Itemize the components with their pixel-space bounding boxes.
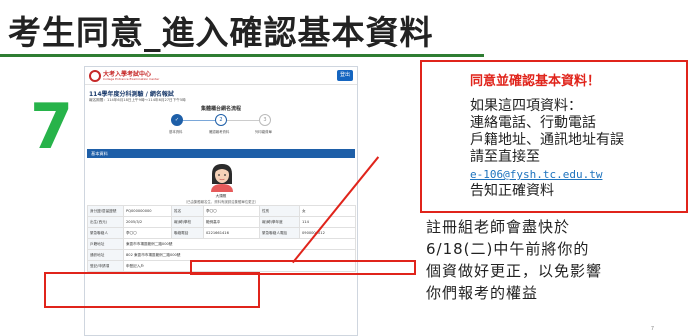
step-2-label: 確認報考資料 — [209, 130, 230, 134]
info-row: 戶籍地址 東區市市場區範例二路000號 — [87, 238, 356, 250]
info-value: 李〇〇 — [123, 227, 172, 239]
step-number: 7 — [30, 90, 74, 163]
callout-line: 戶籍地址、通訊地址有誤 — [470, 132, 624, 148]
info-label: 緊急聯絡人電話 — [259, 227, 300, 239]
info-label: 性別 — [259, 205, 300, 217]
avatar-note: （已由集體報名生，資料有誤請洽集體單位更正） — [183, 200, 259, 204]
info-value: PQ000000000 — [123, 205, 172, 217]
registrar-remark: 註冊組老師會盡快於 6/18(二)中午前將你的 個資做好更正，以免影響 你們報考… — [426, 216, 602, 304]
site-header: 大考入學考試中心 College Entrance Examination Ce… — [85, 67, 357, 85]
remark-line: 註冊組老師會盡快於 — [426, 218, 571, 236]
callout-line: 如果這四項資料： — [470, 98, 582, 114]
info-value: 802 東區市市場區範例二路000號 — [123, 249, 356, 261]
info-row: 通訊地址 802 東區市市場區範例二路000號 — [87, 249, 356, 261]
info-value: 李〇〇 — [203, 205, 260, 217]
page-number: 7 — [650, 326, 654, 332]
steps-title: 集體櫃台網名流程 — [200, 106, 241, 112]
info-label: 聯絡電話 — [171, 227, 204, 239]
date-note: 報名期間：114年6月18日上午9時～114年6月27日下午5時 — [89, 98, 186, 102]
logo-icon — [89, 70, 101, 82]
contact-email-link[interactable]: e-106@fysh.tc.edu.tw — [470, 166, 624, 183]
logout-button[interactable]: 登出 — [337, 70, 353, 81]
info-value: 0900000012 — [299, 227, 356, 239]
step-3-dot: 3 — [259, 114, 271, 126]
step-3-label: 列印繳費單 — [255, 130, 272, 134]
info-label: 通訊地址 — [87, 249, 124, 261]
title-underline — [0, 54, 484, 57]
site-logo[interactable]: 大考入學考試中心 College Entrance Examination Ce… — [89, 69, 159, 83]
info-row: 出生(西元) 2005/3/2 報(轉)學校 範例高中 報(轉)學年度 114 — [87, 216, 356, 228]
callout-line: 告知正確資料 — [470, 183, 554, 199]
info-label: 出生(西元) — [87, 216, 124, 228]
info-label: 報(轉)學年度 — [259, 216, 300, 228]
info-label: 身分證/居留證號 — [87, 205, 124, 217]
step-connector — [183, 120, 215, 121]
page-heading: 114學年度分科測驗 / 網名報試 — [89, 91, 174, 98]
callout-title: 同意並確認基本資料！ — [470, 74, 601, 89]
callout-body: 如果這四項資料： 連絡電話、行動電話 戶籍地址、通訊地址有誤 請至直接至 e-1… — [470, 98, 624, 200]
info-value: 2005/3/2 — [123, 216, 172, 228]
avatar-photo — [208, 162, 236, 192]
logo-subtext: College Entrance Examination Center — [103, 77, 160, 81]
section-title-basic-info: 基本資料 — [87, 149, 355, 158]
info-row: 身分證/居留證號 PQ000000000 姓名 李〇〇 性別女 — [87, 205, 356, 217]
info-label: 登記/申請項 — [87, 260, 124, 272]
remark-line: 你們報考的權益 — [426, 284, 539, 302]
callout-line: 連絡電話、行動電話 — [470, 115, 596, 131]
info-label: 姓名 — [171, 205, 204, 217]
info-label: 緊急聯絡人 — [87, 227, 124, 239]
remark-line: 個資做好更正，以免影響 — [426, 262, 603, 280]
info-value: 範例高中 — [203, 216, 260, 228]
info-value: 女 — [299, 205, 356, 217]
info-label: 戶籍地址 — [87, 238, 124, 250]
slide-title: 考生同意_進入確認基本資料 — [8, 13, 434, 52]
callout-line: 請至直接至 — [470, 149, 540, 165]
info-value: 東區市市場區範例二路000號 — [123, 238, 356, 250]
step-2-dot: 2 — [215, 114, 227, 126]
info-label: 報(轉)學校 — [171, 216, 204, 228]
address-highlight — [44, 272, 260, 308]
step-connector — [227, 120, 259, 121]
step-1-dot: ✓ — [171, 114, 183, 126]
step-1-label: 基本資料 — [169, 130, 183, 134]
progress-stepper: ✓ 2 3 基本資料 確認報考資料 列印繳費單 — [169, 114, 272, 140]
info-value: 0221661416 — [203, 227, 260, 239]
confirm-info-callout: 同意並確認基本資料！ 如果這四項資料： 連絡電話、行動電話 戶籍地址、通訊地址有… — [420, 60, 688, 213]
remark-line: 6/18(二)中午前將你的 — [426, 240, 590, 258]
